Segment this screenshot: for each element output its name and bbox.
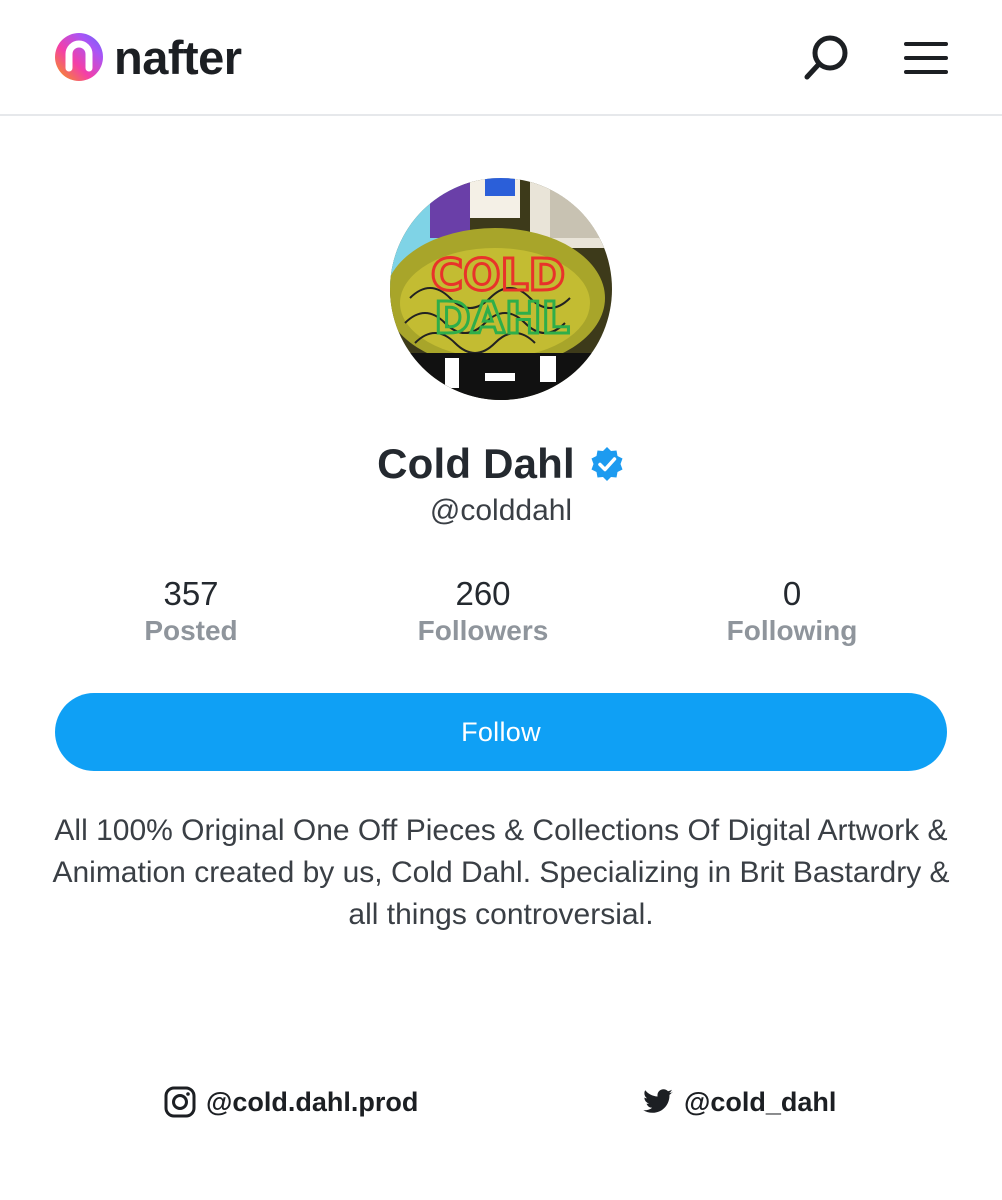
profile-page: nafter COLD DAHL Cold Dahl @colddahl 357… bbox=[0, 0, 1002, 1200]
stat-posted-value: 357 bbox=[163, 575, 219, 612]
hamburger-menu-icon bbox=[904, 42, 948, 74]
menu-button[interactable] bbox=[898, 30, 954, 86]
twitter-link[interactable]: @cold_dahl bbox=[642, 1080, 836, 1124]
instagram-handle: @cold.dahl.prod bbox=[206, 1086, 419, 1117]
username-handle: @colddahl bbox=[429, 494, 573, 527]
stat-posted-label: Posted bbox=[144, 615, 238, 646]
nafter-logo[interactable]: nafter bbox=[54, 30, 242, 84]
display-name: Cold Dahl bbox=[377, 440, 575, 487]
top-header: nafter bbox=[0, 0, 1002, 116]
profile-avatar[interactable]: COLD DAHL bbox=[390, 178, 612, 400]
avatar-artwork-image: COLD DAHL bbox=[390, 178, 612, 400]
search-icon bbox=[804, 35, 848, 80]
svg-text:DAHL: DAHL bbox=[434, 293, 569, 344]
stat-following-label: Following bbox=[726, 615, 858, 646]
instagram-link[interactable]: @cold.dahl.prod bbox=[164, 1080, 418, 1124]
profile-bio: All 100% Original One Off Pieces & Colle… bbox=[52, 814, 950, 931]
instagram-icon bbox=[164, 1086, 196, 1118]
stat-followers[interactable]: 260 Followers bbox=[353, 574, 613, 648]
name-row: Cold Dahl bbox=[0, 436, 1002, 492]
verified-badge-icon bbox=[591, 447, 623, 481]
search-button[interactable] bbox=[798, 30, 854, 86]
nafter-logo-icon bbox=[55, 33, 103, 81]
follow-button[interactable]: Follow bbox=[55, 693, 947, 771]
social-links: @cold.dahl.prod @cold_dahl bbox=[0, 1080, 1002, 1124]
stat-followers-label: Followers bbox=[417, 615, 549, 646]
profile-stats: 357 Posted 260 Followers 0 Following bbox=[0, 574, 1002, 654]
stat-following[interactable]: 0 Following bbox=[662, 574, 922, 648]
brand-name: nafter bbox=[114, 30, 242, 84]
stat-followers-value: 260 bbox=[455, 575, 511, 612]
stat-posted[interactable]: 357 Posted bbox=[61, 574, 321, 648]
twitter-bird-icon bbox=[643, 1089, 673, 1113]
twitter-handle: @cold_dahl bbox=[684, 1086, 837, 1117]
stat-following-value: 0 bbox=[782, 575, 802, 612]
